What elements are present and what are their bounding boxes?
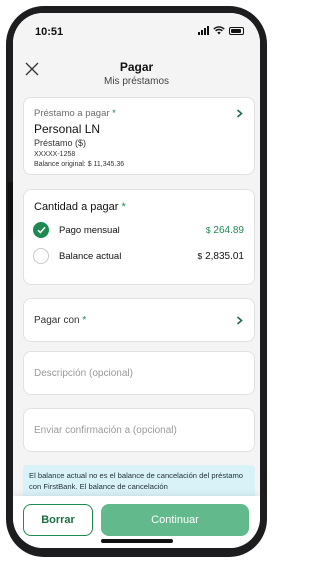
status-time: 10:51: [35, 26, 64, 38]
status-bar: 10:51: [13, 13, 260, 45]
currency-symbol: $: [205, 224, 211, 235]
loan-name: Personal LN: [34, 122, 101, 136]
amount-title: Cantidad a pagar *: [34, 201, 126, 213]
radio-unselected[interactable]: [33, 248, 49, 264]
page-subtitle: Mis préstamos: [103, 76, 169, 87]
continue-button[interactable]: Continuar: [101, 504, 249, 536]
option-value: $ 264.89: [206, 225, 244, 236]
radio-selected[interactable]: [33, 222, 49, 238]
pay-with-label: Pagar con *: [34, 315, 86, 326]
option-monthly-payment[interactable]: Pago mensual $ 264.89: [33, 220, 244, 240]
confirmation-email-field[interactable]: Enviar confirmación a (opcional): [23, 408, 255, 452]
option-value: $ 2,835.01: [198, 251, 244, 262]
chevron-right-icon[interactable]: [235, 316, 244, 325]
battery-icon: [229, 26, 244, 35]
app-screen: 10:51 Pagar Mis préstamos Préstamo a pag…: [13, 13, 260, 548]
page-header: Pagar Mis préstamos: [13, 47, 260, 93]
loan-label: Préstamo a pagar *: [34, 108, 116, 119]
required-mark: *: [121, 201, 126, 213]
option-label: Balance actual: [59, 250, 122, 262]
description-placeholder: Descripción (opcional): [34, 368, 133, 379]
loan-selector[interactable]: Préstamo a pagar * Personal LN Préstamo …: [23, 97, 255, 175]
confirmation-placeholder: Enviar confirmación a (opcional): [34, 425, 177, 436]
description-field[interactable]: Descripción (opcional): [23, 351, 255, 395]
currency-symbol: $: [197, 250, 203, 261]
required-mark: *: [112, 108, 116, 119]
amount-title-text: Cantidad a pagar: [34, 201, 119, 213]
home-indicator: [101, 539, 173, 543]
pay-with-selector[interactable]: Pagar con *: [23, 298, 255, 342]
loan-type: Préstamo ($): [34, 138, 87, 148]
loan-label-text: Préstamo a pagar: [34, 108, 110, 119]
check-icon: [36, 226, 46, 234]
signal-icon: [198, 26, 209, 35]
pay-with-text: Pagar con: [34, 315, 80, 326]
clear-button[interactable]: Borrar: [23, 504, 93, 536]
option-current-balance[interactable]: Balance actual $ 2,835.01: [33, 246, 244, 266]
option-label: Pago mensual: [59, 224, 120, 236]
loan-original-balance: Balance original: $ 11,345.36: [34, 161, 125, 168]
amount-number: 2,835.01: [205, 250, 244, 262]
page-title: Pagar: [119, 60, 154, 74]
loan-account: XXXXX-1258: [34, 151, 76, 158]
wifi-icon: [213, 26, 225, 35]
chevron-right-icon[interactable]: [235, 109, 244, 118]
amount-number: 264.89: [213, 224, 244, 236]
status-icons: [198, 26, 244, 35]
amount-card: Cantidad a pagar * Pago mensual $ 264.89…: [23, 189, 255, 285]
required-mark: *: [82, 315, 87, 326]
